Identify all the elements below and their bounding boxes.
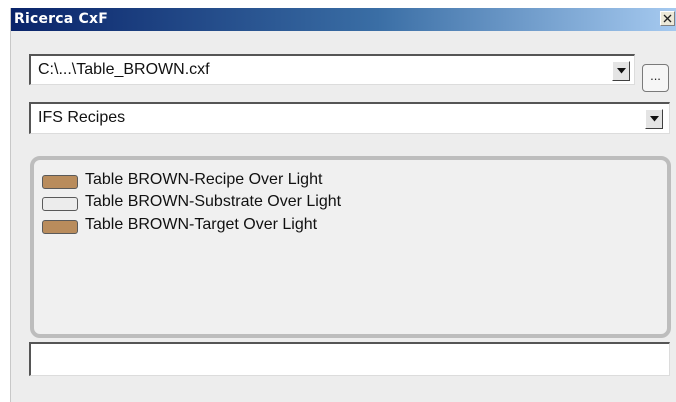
status-field[interactable] xyxy=(29,342,670,376)
cxf-search-dialog: Ricerca CxF C:\...\Table_BROWN.cxf ... I… xyxy=(10,8,676,402)
color-swatch xyxy=(42,220,78,234)
chevron-down-icon xyxy=(649,116,659,122)
close-button[interactable] xyxy=(660,11,675,26)
color-swatch xyxy=(42,175,78,189)
close-icon xyxy=(663,14,672,23)
list-item-label: Table BROWN-Substrate Over Light xyxy=(85,193,342,210)
file-path-combobox[interactable]: C:\...\Table_BROWN.cxf xyxy=(29,54,635,85)
recipe-list[interactable]: Table BROWN-Recipe Over Light Table BROW… xyxy=(30,156,671,338)
recipe-type-value: IFS Recipes xyxy=(38,109,126,126)
list-item-label: Table BROWN-Target Over Light xyxy=(85,216,318,233)
color-swatch xyxy=(42,197,78,211)
file-path-dropdown-button[interactable] xyxy=(612,61,630,81)
list-item-label: Table BROWN-Recipe Over Light xyxy=(85,171,323,188)
title-bar[interactable]: Ricerca CxF xyxy=(11,8,676,31)
file-path-value: C:\...\Table_BROWN.cxf xyxy=(38,61,210,78)
chevron-down-icon xyxy=(616,68,626,74)
recipe-type-dropdown-button[interactable] xyxy=(645,109,663,129)
browse-button[interactable]: ... xyxy=(642,64,669,92)
window-title: Ricerca CxF xyxy=(14,11,108,27)
recipe-type-combobox[interactable]: IFS Recipes xyxy=(29,102,670,134)
